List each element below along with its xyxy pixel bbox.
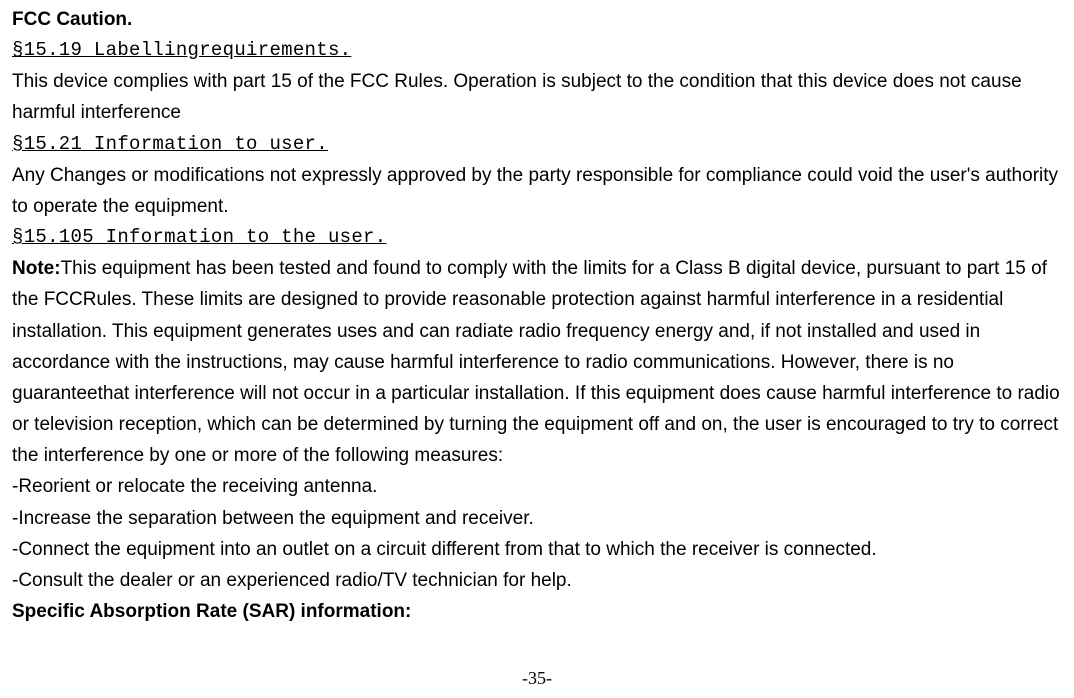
section-ref-15-21: §15.21 Information to user. [12,129,1062,160]
note-paragraph: Note:This equipment has been tested and … [12,253,1062,471]
page-number: -35- [0,664,1074,694]
section-15-21-body: Any Changes or modifications not express… [12,160,1062,222]
measure-item-4: -Consult the dealer or an experienced ra… [12,565,1062,596]
document-body: FCC Caution. §15.19 Labellingrequirement… [12,4,1062,627]
measure-item-2: -Increase the separation between the equ… [12,503,1062,534]
measure-item-3: -Connect the equipment into an outlet on… [12,534,1062,565]
heading-sar-info: Specific Absorption Rate (SAR) informati… [12,596,1062,627]
measure-item-1: -Reorient or relocate the receiving ante… [12,471,1062,502]
section-ref-15-105: §15.105 Information to the user. [12,222,1062,253]
note-prefix: Note: [12,258,61,279]
section-ref-15-19: §15.19 Labellingrequirements. [12,35,1062,66]
section-15-19-body: This device complies with part 15 of the… [12,66,1062,128]
heading-fcc-caution: FCC Caution. [12,4,1062,35]
note-body: This equipment has been tested and found… [12,258,1060,466]
